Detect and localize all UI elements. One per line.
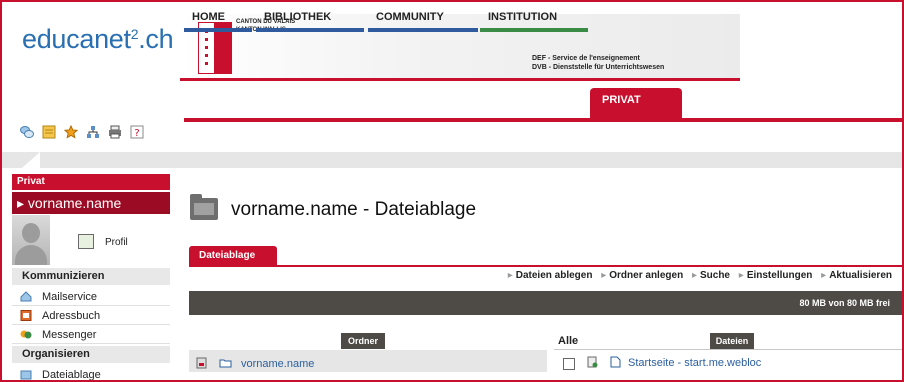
toolbar-strip	[2, 152, 902, 168]
avatar	[12, 215, 50, 265]
sidebar-heading-kommunizieren: Kommunizieren	[12, 268, 170, 285]
print-icon[interactable]	[108, 125, 122, 139]
quota-text: 80 MB von 80 MB frei	[799, 298, 890, 308]
aktualisieren-link[interactable]: Aktualisieren	[829, 270, 892, 281]
chat-icon[interactable]	[20, 125, 34, 139]
select-all-label[interactable]: Alle	[558, 335, 578, 347]
sidebar-section-title: Privat	[12, 174, 170, 190]
tab-privat[interactable]: PRIVAT	[590, 88, 682, 118]
sidebar-heading-organisieren: Organisieren	[12, 346, 170, 363]
sidebar-item-adressbuch[interactable]: Adressbuch	[12, 307, 170, 325]
suche-link[interactable]: Suche	[700, 270, 730, 281]
subtab-underline	[189, 265, 902, 267]
file-name-link[interactable]: Startseite - start.me.webloc	[628, 357, 761, 369]
folder-upload-icon[interactable]	[196, 357, 207, 369]
profile-card-icon[interactable]	[78, 234, 94, 249]
tab-dateiablage[interactable]: Dateiablage	[189, 246, 277, 265]
mail-icon	[20, 291, 32, 302]
tab-institution[interactable]: INSTITUTION	[480, 6, 588, 32]
dateien-ablegen-link[interactable]: Dateien ablegen	[516, 270, 593, 281]
nav-underline	[184, 118, 902, 122]
tab-community[interactable]: COMMUNITY	[368, 6, 478, 32]
profile-link[interactable]: Profil	[105, 237, 128, 248]
einstellungen-link[interactable]: Einstellungen	[747, 270, 813, 281]
files-header: Dateien	[710, 333, 754, 349]
document-icon	[610, 356, 621, 368]
file-checkbox[interactable]	[563, 358, 575, 370]
messenger-icon	[20, 330, 32, 339]
sidebar-item-dateiablage[interactable]: Dateiablage	[12, 366, 170, 380]
folders-header: Ordner	[341, 333, 385, 349]
service-name: DEF - Service de l'enseignement DVB - Di…	[532, 55, 665, 71]
svg-text:?: ?	[134, 128, 139, 139]
page-title: vorname.name - Dateiablage	[231, 199, 477, 220]
educanet-logo[interactable]: educanet2.ch	[22, 24, 174, 55]
help-icon[interactable]: ?	[130, 125, 144, 139]
file-add-icon[interactable]	[587, 356, 598, 368]
banner-divider	[180, 78, 740, 81]
file-storage-icon	[20, 370, 32, 380]
favorite-star-icon[interactable]	[64, 125, 78, 139]
address-book-icon	[20, 310, 32, 321]
sidebar-item-mailservice[interactable]: Mailservice	[12, 288, 170, 306]
folder-name-link[interactable]: vorname.name	[241, 358, 314, 370]
open-folder-icon	[219, 359, 232, 368]
app-window: educanet2.ch CANTON DU VALAIS KANTON WAL…	[0, 0, 904, 382]
ordner-anlegen-link[interactable]: Ordner anlegen	[609, 270, 683, 281]
tab-home[interactable]: HOME	[184, 6, 252, 32]
quota-bar: 80 MB von 80 MB frei	[189, 291, 902, 315]
note-icon[interactable]	[42, 125, 56, 139]
toolbar-notch	[22, 152, 40, 168]
network-icon[interactable]	[86, 125, 100, 139]
folder-icon	[190, 194, 218, 220]
files-divider	[554, 349, 902, 350]
sidebar-user[interactable]: ▸ vorname.name	[12, 192, 170, 214]
tab-bibliothek[interactable]: BIBLIOTHEK	[256, 6, 364, 32]
sidebar-item-messenger[interactable]: Messenger	[12, 326, 170, 344]
action-bar: ▸ Dateien ablegen ▸ Ordner anlegen ▸ Suche …	[507, 270, 892, 281]
